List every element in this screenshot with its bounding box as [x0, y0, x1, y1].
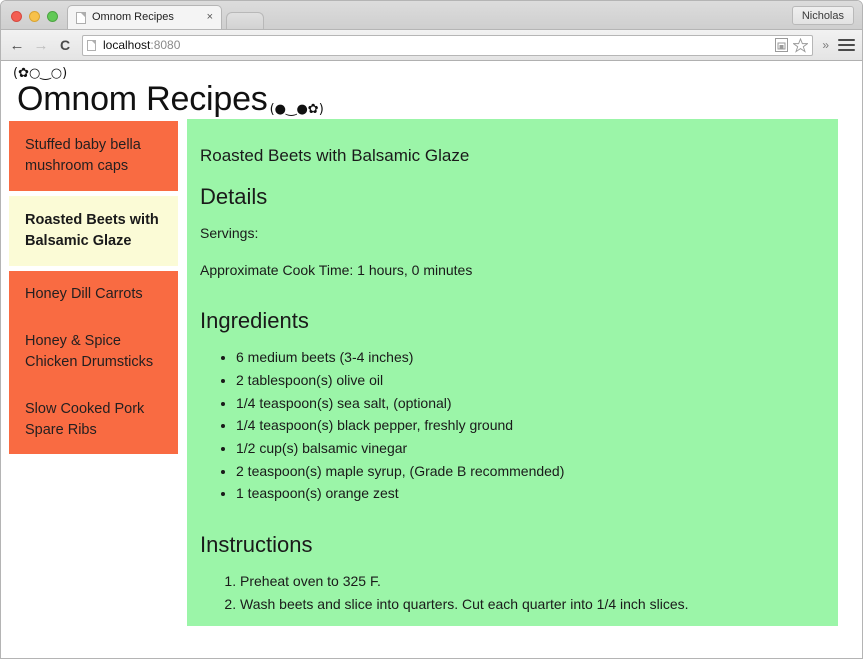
url-port: :8080 — [150, 38, 181, 52]
back-icon[interactable]: ← — [8, 36, 26, 54]
ingredients-list: 6 medium beets (3-4 inches) 2 tablespoon… — [200, 346, 814, 505]
window-controls — [1, 11, 67, 29]
sidebar-item-label: Honey & Spice Chicken Drumsticks — [25, 333, 154, 371]
forward-icon[interactable]: → — [32, 36, 50, 54]
browser-tab[interactable]: Omnom Recipes × — [67, 5, 222, 29]
details-heading: Details — [200, 184, 268, 210]
instruction-item: Wash beets and slice into quarters. Cut … — [240, 593, 814, 616]
instructions-list: Preheat oven to 325 F. Wash beets and sl… — [200, 570, 814, 615]
sidebar-item-label: Roasted Beets with Balsamic Glaze — [25, 212, 159, 250]
address-bar[interactable]: localhost:8080 — [82, 34, 814, 56]
ingredient-item: 1 teaspoon(s) orange zest — [236, 482, 814, 505]
maximize-window-button[interactable] — [47, 11, 58, 22]
site-title-row: Omnom Recipes (●‿●✿) — [9, 79, 862, 119]
ingredient-item: 2 tablespoon(s) olive oil — [236, 369, 814, 392]
ingredient-item: 1/4 teaspoon(s) black pepper, freshly gr… — [236, 414, 814, 437]
ingredient-item: 6 medium beets (3-4 inches) — [236, 346, 814, 369]
hamburger-menu-icon[interactable] — [838, 38, 855, 52]
tab-strip: Omnom Recipes × Nicholas — [1, 1, 862, 30]
sidebar-item-honey-dill-carrots[interactable]: Honey Dill Carrots — [9, 271, 178, 319]
sidebar-item-roasted-beets[interactable]: Roasted Beets with Balsamic Glaze — [9, 196, 178, 267]
servings-line: Servings: — [200, 224, 259, 241]
recipe-name: Roasted Beets with Balsamic Glaze — [200, 146, 470, 166]
recipe-detail-panel: Roasted Beets with Balsamic Glaze Detail… — [187, 119, 838, 626]
bookmark-star-icon[interactable] — [792, 37, 808, 53]
instruction-item: Preheat oven to 325 F. — [240, 570, 814, 593]
new-tab-button[interactable] — [226, 12, 264, 29]
overflow-chevron-icon[interactable]: » — [819, 38, 832, 52]
page-title: Omnom Recipes — [17, 80, 268, 118]
close-window-button[interactable] — [11, 11, 22, 22]
cook-time-line: Approximate Cook Time: 1 hours, 0 minute… — [200, 261, 473, 278]
sidebar-item-label: Honey Dill Carrots — [25, 286, 143, 303]
sidebar-item-label: Stuffed baby bella mushroom caps — [25, 137, 141, 175]
instructions-heading: Instructions — [200, 531, 313, 557]
sidebar-item-slow-cooked-pork-ribs[interactable]: Slow Cooked Pork Spare Ribs — [9, 386, 178, 455]
ingredient-item: 1/4 teaspoon(s) sea salt, (optional) — [236, 392, 814, 415]
ingredient-item: 2 teaspoon(s) maple syrup, (Grade B reco… — [236, 460, 814, 483]
browser-window: Omnom Recipes × Nicholas ← → C localhost… — [0, 0, 863, 659]
browser-toolbar: ← → C localhost:8080 » — [1, 30, 862, 61]
ingredients-heading: Ingredients — [200, 307, 309, 333]
page-favicon-icon — [76, 11, 86, 24]
site-header: (✿○‿○) Omnom Recipes (●‿●✿) — [1, 61, 862, 119]
reload-icon[interactable]: C — [56, 36, 74, 54]
url-host: localhost — [103, 38, 151, 52]
recipe-list-sidebar: Stuffed baby bella mushroom caps Roasted… — [9, 119, 178, 455]
close-tab-icon[interactable]: × — [205, 12, 215, 23]
sidebar-item-label: Slow Cooked Pork Spare Ribs — [25, 401, 145, 439]
page-columns: Stuffed baby bella mushroom caps Roasted… — [1, 119, 862, 626]
site-favicon-icon — [87, 39, 96, 51]
profile-button[interactable]: Nicholas — [791, 6, 854, 25]
sidebar-item-honey-spice-drumsticks[interactable]: Honey & Spice Chicken Drumsticks — [9, 318, 178, 387]
minimize-window-button[interactable] — [29, 11, 40, 22]
page-viewport: (✿○‿○) Omnom Recipes (●‿●✿) Stuffed baby… — [1, 61, 862, 658]
ingredient-item: 1/2 cup(s) balsamic vinegar — [236, 437, 814, 460]
sidebar-item-stuffed-mushroom-caps[interactable]: Stuffed baby bella mushroom caps — [9, 121, 178, 192]
profile-name-label: Nicholas — [801, 9, 844, 22]
tab-title: Omnom Recipes — [92, 12, 174, 23]
kaomoji-bottom: (●‿●✿) — [269, 102, 324, 118]
url-text: localhost:8080 — [103, 38, 770, 52]
save-page-icon[interactable] — [773, 37, 789, 53]
sidebar-item-group: Honey Dill Carrots Honey & Spice Chicken… — [9, 271, 178, 455]
